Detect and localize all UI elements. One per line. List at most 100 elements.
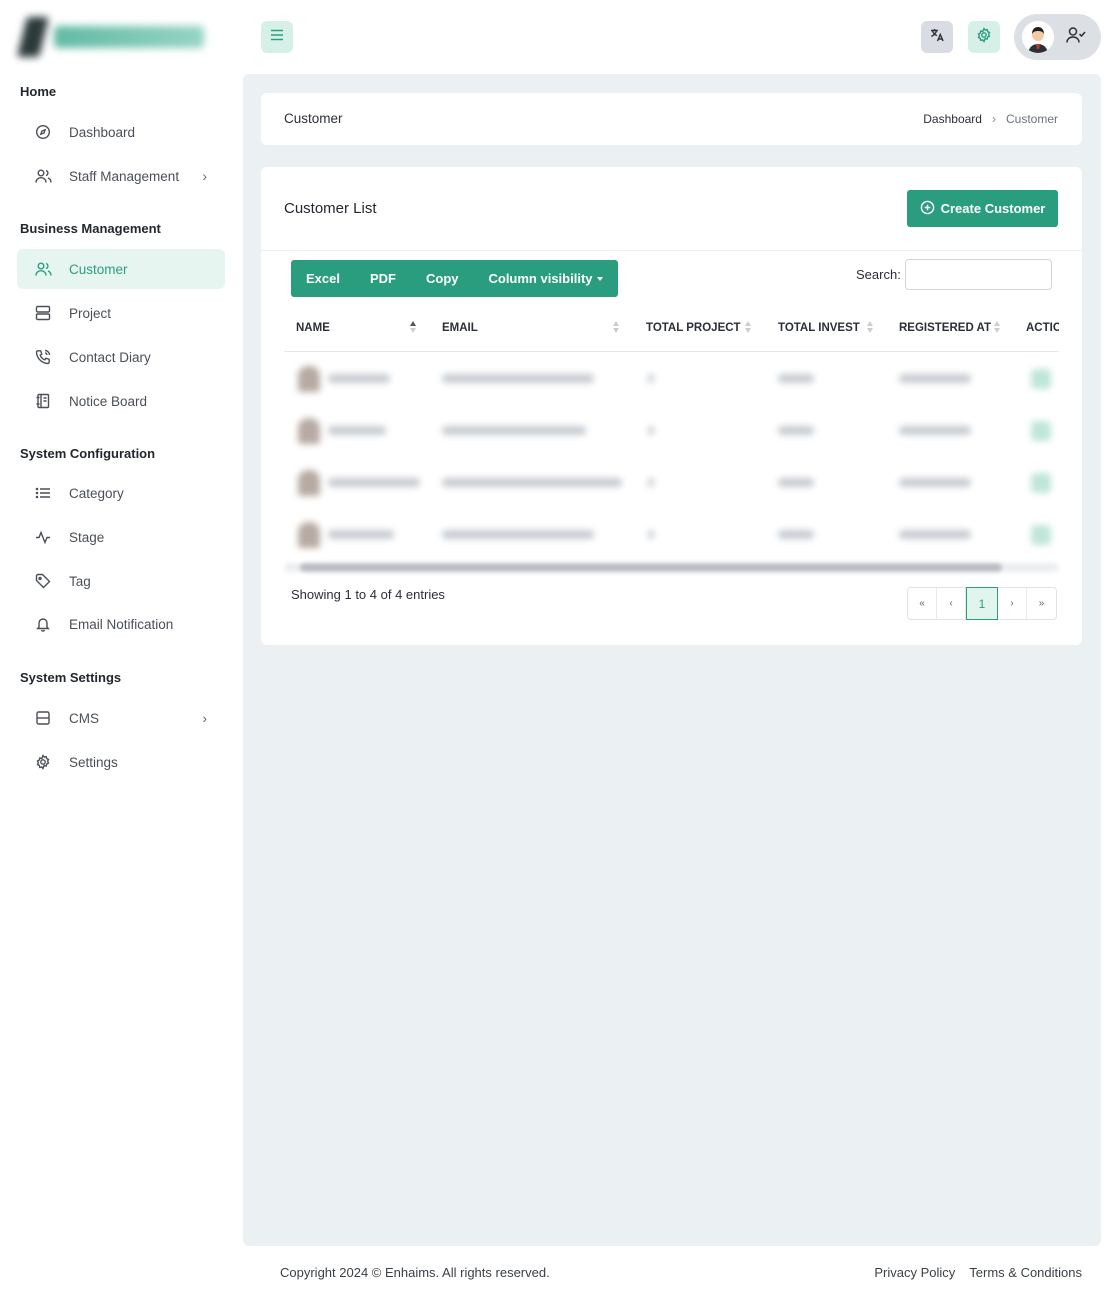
sort-icon <box>745 320 752 334</box>
translate-icon <box>929 27 945 48</box>
notebook-icon <box>34 392 52 410</box>
sidebar-item-staff-management[interactable]: Staff Management › <box>17 156 225 196</box>
sidebar-item-label: Project <box>69 305 112 321</box>
sidebar-item-settings[interactable]: Settings <box>17 742 225 782</box>
excel-button[interactable]: Excel <box>291 260 355 297</box>
pdf-button[interactable]: PDF <box>355 260 411 297</box>
plus-circle-icon <box>920 200 935 218</box>
chevron-right-icon: › <box>991 112 996 126</box>
scrollbar-thumb[interactable] <box>300 563 1002 572</box>
column-header-email[interactable]: EMAIL <box>442 322 478 334</box>
list-icon <box>34 484 52 502</box>
avatar <box>298 522 320 548</box>
pagination-page-button[interactable]: 1 <box>966 587 998 620</box>
breadcrumb-link-dashboard[interactable]: Dashboard <box>923 112 982 126</box>
divider <box>261 250 1082 251</box>
avatar <box>298 366 320 392</box>
settings-button[interactable] <box>968 21 1000 53</box>
language-button[interactable] <box>921 21 953 53</box>
sidebar-toggle-button[interactable] <box>261 21 293 53</box>
logo-wordmark <box>54 26 204 48</box>
gear-icon <box>976 26 992 48</box>
sidebar-item-label: Staff Management <box>69 168 180 184</box>
table-row[interactable] <box>284 404 1059 456</box>
sidebar-item-notice-board[interactable]: Notice Board <box>17 381 225 421</box>
redacted-email <box>442 478 622 487</box>
search-label: Search: <box>856 267 901 282</box>
sidebar-item-label: Settings <box>69 754 118 770</box>
privacy-policy-link[interactable]: Privacy Policy <box>874 1265 955 1280</box>
sidebar-item-email-notification[interactable]: Email Notification <box>17 604 225 644</box>
edit-icon[interactable] <box>1031 473 1051 493</box>
sidebar-item-tag[interactable]: Tag <box>17 561 225 601</box>
sidebar-item-project[interactable]: Project <box>17 293 225 333</box>
sidebar-item-label: Tag <box>69 573 91 589</box>
tag-icon <box>34 572 52 590</box>
layout-icon <box>34 709 52 727</box>
redacted-registered-at <box>899 478 971 487</box>
horizontal-scrollbar[interactable] <box>284 560 1059 574</box>
user-check-icon <box>1066 26 1086 49</box>
pagination-prev-button[interactable]: ‹ <box>937 588 966 619</box>
create-customer-label: Create Customer <box>940 201 1046 216</box>
export-button-group: Excel PDF Copy Column visibility <box>291 260 618 297</box>
table-row[interactable] <box>284 508 1059 560</box>
redacted-total-project <box>648 478 654 487</box>
sort-icon <box>613 320 620 334</box>
sidebar-item-category[interactable]: Category <box>17 473 225 513</box>
edit-icon[interactable] <box>1031 369 1051 389</box>
sidebar-item-customer[interactable]: Customer <box>17 249 225 289</box>
pagination-last-button[interactable]: » <box>1027 588 1056 619</box>
table-info: Showing 1 to 4 of 4 entries <box>291 587 445 602</box>
server-icon <box>34 304 52 322</box>
redacted-registered-at <box>899 374 971 383</box>
footer-links: Privacy Policy Terms & Conditions <box>874 1265 1082 1280</box>
table-row[interactable] <box>284 456 1059 508</box>
copy-button[interactable]: Copy <box>411 260 474 297</box>
sidebar-section-system-settings: System Settings <box>20 670 122 685</box>
sidebar-item-contact-diary[interactable]: Contact Diary <box>17 337 225 377</box>
redacted-total-project <box>648 530 654 539</box>
create-customer-button[interactable]: Create Customer <box>907 190 1058 227</box>
redacted-total-project <box>648 426 654 435</box>
column-header-registered-at[interactable]: REGISTERED AT <box>899 322 991 334</box>
column-header-name[interactable]: NAME <box>296 322 330 334</box>
column-header-total-invest[interactable]: TOTAL INVEST <box>778 322 860 334</box>
column-visibility-label: Column visibility <box>488 271 593 286</box>
column-header-total-project[interactable]: TOTAL PROJECT <box>646 322 741 334</box>
user-profile-menu[interactable] <box>1014 14 1101 60</box>
chevron-right-icon: › <box>202 710 207 726</box>
sort-icon <box>994 320 1001 334</box>
terms-conditions-link[interactable]: Terms & Conditions <box>969 1265 1082 1280</box>
table-row[interactable] <box>284 352 1059 404</box>
edit-icon[interactable] <box>1031 525 1051 545</box>
sidebar-item-label: Category <box>69 485 124 501</box>
sidebar-item-dashboard[interactable]: Dashboard <box>17 112 225 152</box>
customer-table: NAME EMAIL TOTAL PROJECT TOTAL INVEST RE… <box>284 306 1059 576</box>
avatar <box>298 470 320 496</box>
redacted-email <box>442 426 586 435</box>
sidebar-section-system-configuration: System Configuration <box>20 446 156 461</box>
column-visibility-button[interactable]: Column visibility <box>473 260 617 297</box>
card-title: Customer List <box>284 200 377 217</box>
pagination-first-button[interactable]: « <box>908 588 937 619</box>
sidebar-item-label: Email Notification <box>69 616 174 632</box>
menu-icon <box>269 28 285 47</box>
redacted-total-invest <box>778 478 814 487</box>
redacted-registered-at <box>899 530 971 539</box>
redacted-name <box>328 478 420 487</box>
phone-icon <box>34 348 52 366</box>
sidebar-item-label: Contact Diary <box>69 349 151 365</box>
sidebar-item-stage[interactable]: Stage <box>17 517 225 557</box>
app-logo[interactable] <box>17 14 222 60</box>
pagination-next-button[interactable]: › <box>998 588 1027 619</box>
sidebar-item-label: Customer <box>69 261 128 277</box>
pagination: « ‹ 1 › » <box>907 587 1057 620</box>
edit-icon[interactable] <box>1031 421 1051 441</box>
sidebar-section-business-management: Business Management <box>20 221 161 236</box>
search-input[interactable] <box>905 259 1052 290</box>
sidebar-item-cms[interactable]: CMS › <box>17 698 225 738</box>
activity-icon <box>34 528 52 546</box>
redacted-total-project <box>648 374 654 383</box>
avatar <box>1022 21 1054 53</box>
